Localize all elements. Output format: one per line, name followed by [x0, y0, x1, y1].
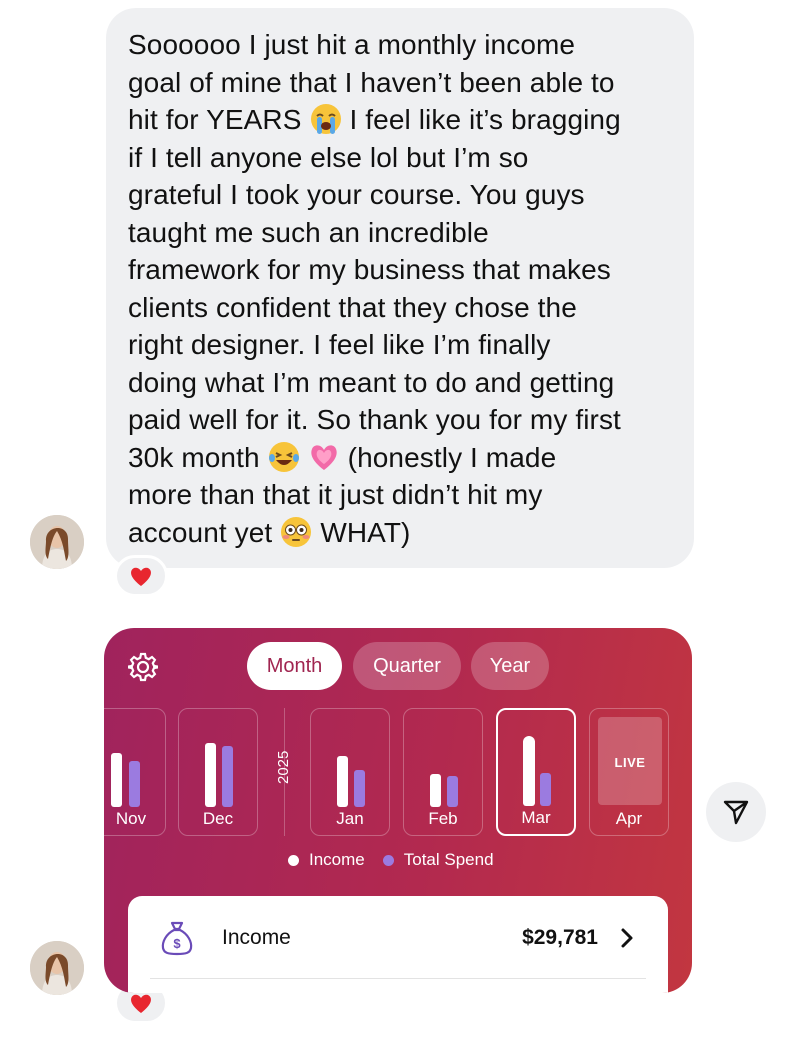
message-text: WHAT) [320, 516, 411, 548]
legend-spend-label: Total Spend [403, 850, 494, 869]
spend-dot [382, 854, 394, 866]
income-bar [523, 736, 535, 806]
message-line: clients confident that they chose the [128, 291, 577, 323]
flushed-face-icon [280, 516, 312, 548]
month-label: Apr [615, 809, 643, 828]
message-line: if I tell anyone else lol but I’m so [128, 141, 529, 173]
growing-heart-icon [308, 441, 340, 473]
message-text: (honestly I made [347, 441, 557, 473]
income-row[interactable]: $ Income $29,781 [128, 896, 668, 980]
tab-quarter[interactable]: Quarter [353, 642, 461, 690]
live-placeholder: LIVE [598, 717, 662, 805]
month-label: Jan [336, 809, 364, 828]
message-line: Soooooo I just hit a monthly income [128, 29, 576, 60]
income-value: $29,781 [522, 926, 598, 949]
income-label: Income [222, 926, 291, 949]
legend-income-label: Income [309, 850, 365, 869]
message-line: account yet WHAT) [128, 514, 672, 552]
month-label: Mar [521, 808, 551, 827]
message-line: more than that it just didn’t hit my [128, 479, 543, 510]
share-button[interactable] [706, 782, 766, 842]
spend-bar [540, 773, 551, 806]
year-label: 2025 [275, 750, 292, 784]
message-text: hit for YEARS [128, 104, 302, 135]
chevron-right-icon [621, 928, 633, 948]
red-heart-icon [131, 567, 151, 586]
income-bar [430, 774, 441, 807]
month-label: Feb [428, 809, 458, 828]
month-column-nov[interactable]: Nov [104, 708, 166, 836]
heart-reaction[interactable] [114, 555, 168, 597]
spend-bar [129, 761, 140, 807]
month-column-feb[interactable]: Feb [403, 708, 483, 836]
tears-of-joy-icon [268, 441, 300, 473]
red-heart-icon [131, 994, 151, 1013]
message-line: paid well for it. So thank you for my fi… [128, 404, 621, 435]
spend-bar [447, 776, 458, 807]
month-column-apr[interactable]: LIVE Apr [589, 708, 669, 836]
income-bar [205, 743, 216, 807]
month-column-jan[interactable]: Jan [310, 708, 390, 836]
paper-plane-icon [723, 800, 749, 825]
message-text: account yet [128, 516, 273, 548]
loudly-crying-face-icon [310, 103, 342, 135]
income-bar [111, 753, 122, 807]
message-line: 30k month (honestly I made [128, 439, 672, 477]
message-text: 30k month [128, 441, 260, 473]
message-line: doing what I’m meant to do and getting [128, 366, 615, 398]
message-bubble[interactable]: Soooooo I just hit a monthly income goal… [106, 8, 694, 568]
avatar[interactable] [30, 941, 84, 995]
month-column-dec[interactable]: Dec [178, 708, 258, 836]
message-line: right designer. I feel like I’m finally [128, 329, 551, 360]
svg-text:$: $ [173, 936, 181, 951]
income-dot [288, 854, 299, 866]
shared-image-card[interactable]: Month Quarter Year Nov Dec 2025 Jan Feb … [104, 628, 692, 993]
chart-legend: Income Total Spend [288, 850, 512, 870]
month-label: Dec [202, 809, 234, 828]
live-label: LIVE [614, 755, 646, 770]
avatar[interactable] [30, 515, 84, 569]
message-line: framework for my business that makes [128, 254, 611, 285]
message-text: I feel like it’s bragging [349, 104, 621, 135]
month-label: Nov [115, 809, 147, 828]
money-bag-icon: $ [161, 921, 193, 956]
divider [150, 978, 646, 979]
legend-income: Income [288, 850, 365, 870]
income-summary-card: $ Income $29,781 [128, 896, 668, 993]
tab-year[interactable]: Year [471, 642, 549, 690]
legend-spend: Total Spend [382, 850, 494, 870]
tab-month[interactable]: Month [247, 642, 342, 690]
message-line: goal of mine that I haven’t been able to [128, 66, 615, 98]
month-column-mar[interactable]: Mar [496, 708, 576, 836]
message-line: taught me such an incredible [128, 216, 489, 248]
spend-bar [354, 770, 365, 807]
income-bar [337, 756, 348, 807]
spend-bar [222, 746, 233, 807]
gear-icon[interactable] [128, 652, 158, 682]
message-line: grateful I took your course. You guys [128, 179, 585, 210]
message-line: hit for YEARS I feel like it’s bragging [128, 101, 672, 139]
